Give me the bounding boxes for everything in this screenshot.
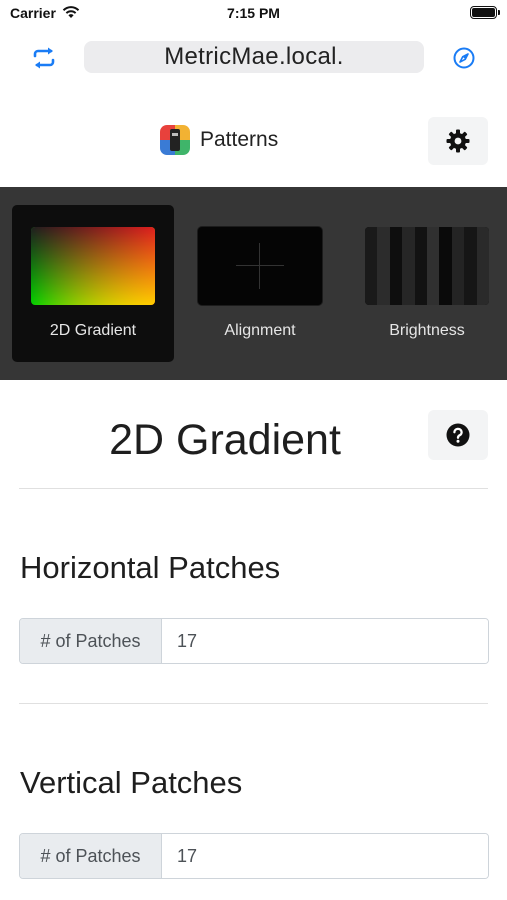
switch-connection-button[interactable] bbox=[28, 42, 60, 74]
help-button[interactable] bbox=[428, 410, 488, 460]
app-logo-icon bbox=[160, 125, 190, 155]
app-title: Patterns bbox=[200, 128, 279, 151]
input-prefix-label: # of Patches bbox=[20, 834, 162, 878]
clock: 7:15 PM bbox=[227, 5, 280, 21]
page-title: 2D Gradient bbox=[109, 416, 341, 464]
app-header: Patterns bbox=[0, 95, 507, 187]
vertical-patches-input[interactable] bbox=[162, 834, 488, 878]
open-in-browser-button[interactable] bbox=[448, 42, 480, 74]
swap-arrows-icon bbox=[33, 47, 55, 69]
pattern-card-2d-gradient[interactable]: 2D Gradient bbox=[12, 205, 174, 362]
pattern-card-alignment[interactable]: Alignment bbox=[179, 205, 341, 362]
crosshair-thumbnail-icon bbox=[198, 227, 322, 305]
input-prefix-label: # of Patches bbox=[20, 619, 162, 663]
vertical-patches-input-group: # of Patches bbox=[19, 833, 489, 879]
gradient-thumbnail-icon bbox=[31, 227, 155, 305]
divider bbox=[19, 703, 488, 704]
horizontal-patches-input-group: # of Patches bbox=[19, 618, 489, 664]
pattern-card-label: Brightness bbox=[389, 322, 465, 339]
brightness-bars-thumbnail-icon bbox=[365, 227, 489, 305]
gear-icon bbox=[446, 129, 470, 153]
section-heading-horizontal: Horizontal Patches bbox=[20, 550, 281, 585]
app-brand: Patterns bbox=[160, 125, 278, 155]
url-field[interactable]: MetricMae.local. bbox=[84, 41, 424, 73]
pattern-card-brightness[interactable]: Brightness bbox=[346, 205, 507, 362]
battery-icon bbox=[470, 6, 500, 19]
section-heading-vertical: Vertical Patches bbox=[20, 765, 243, 800]
settings-button[interactable] bbox=[428, 117, 488, 165]
browser-bar: MetricMae.local. bbox=[0, 28, 507, 90]
question-circle-icon bbox=[446, 423, 470, 447]
pattern-card-label: Alignment bbox=[224, 322, 296, 339]
compass-icon bbox=[453, 47, 475, 69]
horizontal-patches-input[interactable] bbox=[162, 619, 488, 663]
pattern-carousel[interactable]: 2D Gradient Alignment Brightness bbox=[0, 187, 507, 380]
divider bbox=[19, 488, 488, 489]
pattern-card-label: 2D Gradient bbox=[49, 322, 137, 339]
status-bar: Carrier 7:15 PM bbox=[0, 0, 507, 28]
